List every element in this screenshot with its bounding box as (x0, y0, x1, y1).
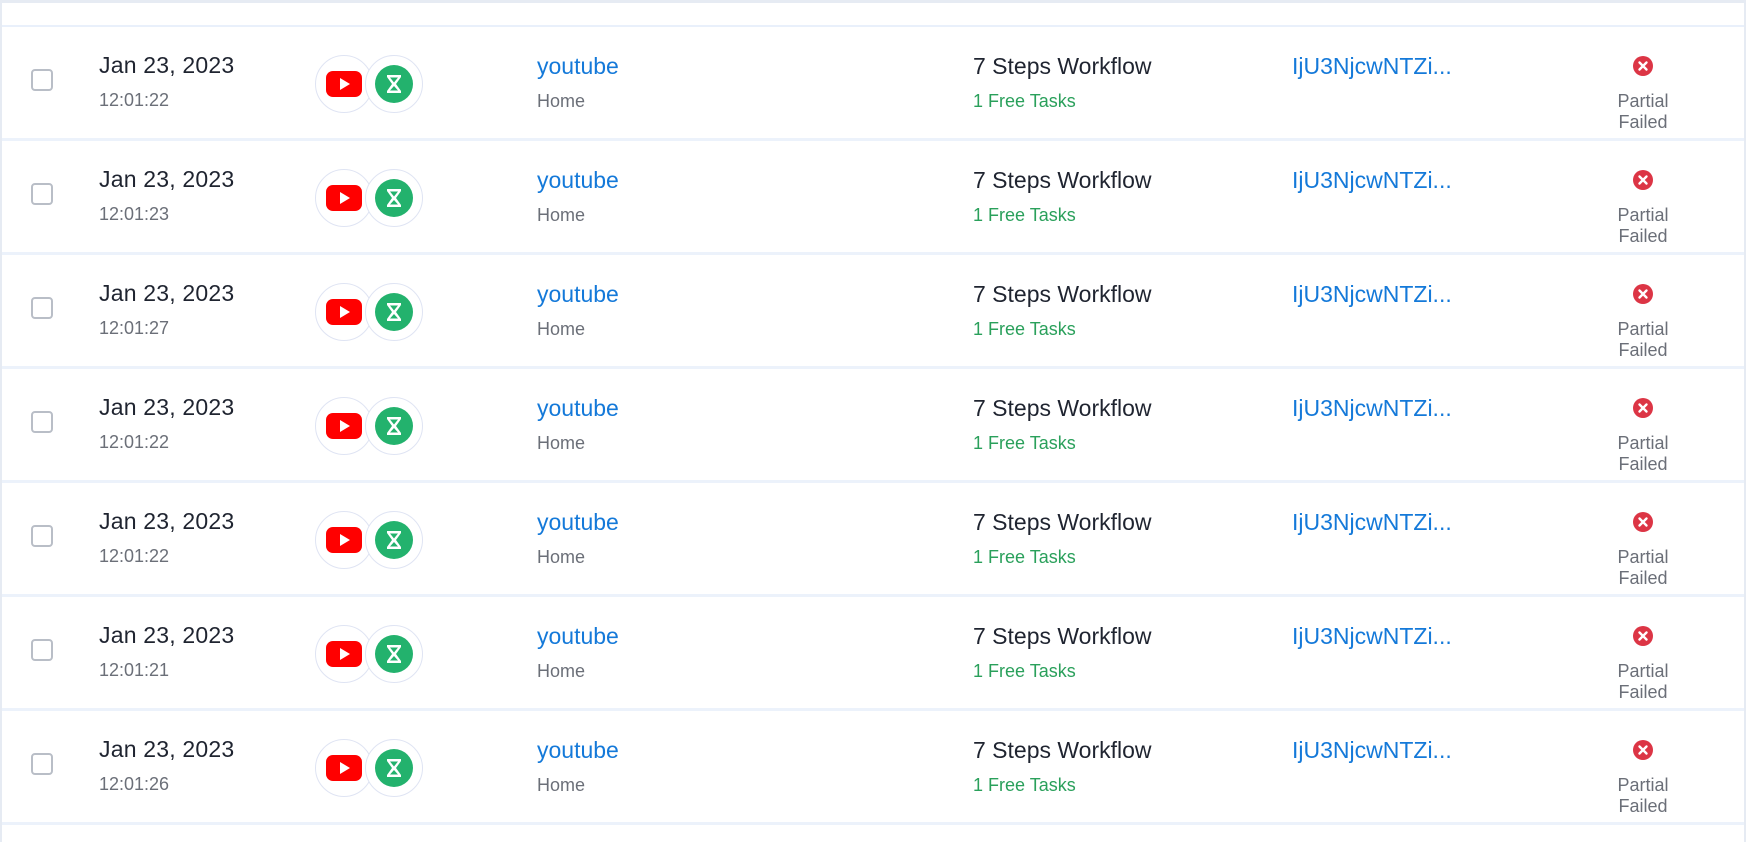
app-subtitle: Home (537, 547, 586, 567)
app-name-link[interactable]: youtube (537, 53, 619, 80)
run-id-link[interactable]: IjU3NjcwNTZi... (1292, 737, 1452, 764)
status-label: Partial Failed (1617, 91, 1669, 132)
app-name-link[interactable]: youtube (537, 737, 619, 764)
workflow-tasks: 1 Free Tasks (973, 433, 1076, 453)
row-checkbox[interactable] (31, 525, 53, 547)
table-row: Jan 23, 2023 12:01:23 youtube Home 7 Ste… (2, 141, 1744, 255)
app-subtitle: Home (537, 775, 586, 795)
run-id-link[interactable]: IjU3NjcwNTZi... (1292, 167, 1452, 194)
app-icons-group (315, 55, 427, 115)
app-icons-group (315, 397, 427, 457)
workflow-tasks: 1 Free Tasks (973, 319, 1076, 339)
workflow-tasks: 1 Free Tasks (973, 205, 1076, 225)
hourglass-icon (365, 55, 423, 113)
hourglass-icon (365, 169, 423, 227)
workflow-name: 7 Steps Workflow (973, 623, 1152, 649)
row-checkbox[interactable] (31, 411, 53, 433)
error-x-icon (1633, 626, 1653, 646)
app-subtitle: Home (537, 433, 586, 453)
row-date: Jan 23, 2023 (99, 736, 235, 762)
error-x-icon (1633, 512, 1653, 532)
table-row: Jan 23, 2023 12:01:22 youtube Home 7 Ste… (2, 369, 1744, 483)
row-checkbox[interactable] (31, 753, 53, 775)
workflow-name: 7 Steps Workflow (973, 53, 1152, 79)
workflow-name: 7 Steps Workflow (973, 395, 1152, 421)
status-label: Partial Failed (1617, 433, 1669, 474)
error-x-icon (1633, 284, 1653, 304)
hourglass-icon (365, 625, 423, 683)
app-name-link[interactable]: youtube (537, 395, 619, 422)
status-label: Partial Failed (1617, 775, 1669, 816)
row-checkbox[interactable] (31, 297, 53, 319)
app-icons-group (315, 739, 427, 799)
row-time: 12:01:26 (99, 774, 170, 794)
row-checkbox[interactable] (31, 69, 53, 91)
app-name-link[interactable]: youtube (537, 281, 619, 308)
workflow-name: 7 Steps Workflow (973, 509, 1152, 535)
row-date: Jan 23, 2023 (99, 52, 235, 78)
run-id-link[interactable]: IjU3NjcwNTZi... (1292, 281, 1452, 308)
app-icons-group (315, 511, 427, 571)
table-row: Jan 23, 2023 12:01:22 youtube Home 7 Ste… (2, 27, 1744, 141)
app-icons-group (315, 283, 427, 343)
error-x-icon (1633, 398, 1653, 418)
row-date: Jan 23, 2023 (99, 394, 235, 420)
workflow-name: 7 Steps Workflow (973, 167, 1152, 193)
app-name-link[interactable]: youtube (537, 623, 619, 650)
status-label: Partial Failed (1617, 547, 1669, 588)
error-x-icon (1633, 170, 1653, 190)
table-row: Jan 23, 2023 12:01:27 youtube Home 7 Ste… (2, 255, 1744, 369)
row-date: Jan 23, 2023 (99, 508, 235, 534)
app-subtitle: Home (537, 205, 586, 225)
row-time: 12:01:22 (99, 432, 170, 452)
run-id-link[interactable]: IjU3NjcwNTZi... (1292, 395, 1452, 422)
hourglass-icon (365, 283, 423, 341)
app-icons-group (315, 169, 427, 229)
app-subtitle: Home (537, 661, 586, 681)
row-time: 12:01:22 (99, 546, 170, 566)
workflow-tasks: 1 Free Tasks (973, 775, 1076, 795)
hourglass-icon (365, 511, 423, 569)
workflow-tasks: 1 Free Tasks (973, 661, 1076, 681)
workflow-name: 7 Steps Workflow (973, 281, 1152, 307)
run-id-link[interactable]: IjU3NjcwNTZi... (1292, 53, 1452, 80)
workflow-name: 7 Steps Workflow (973, 737, 1152, 763)
hourglass-icon (365, 739, 423, 797)
table-row: Jan 23, 2023 12:01:22 youtube Home 7 Ste… (2, 483, 1744, 597)
app-subtitle: Home (537, 91, 586, 111)
table-body: Jan 23, 2023 12:01:22 youtube Home 7 Ste… (2, 27, 1744, 825)
row-date: Jan 23, 2023 (99, 622, 235, 648)
error-x-icon (1633, 56, 1653, 76)
status-label: Partial Failed (1617, 319, 1669, 360)
error-x-icon (1633, 740, 1653, 760)
app-icons-group (315, 625, 427, 685)
app-name-link[interactable]: youtube (537, 509, 619, 536)
app-subtitle: Home (537, 319, 586, 339)
table-row: Jan 23, 2023 12:01:21 youtube Home 7 Ste… (2, 597, 1744, 711)
table-row: Jan 23, 2023 12:01:26 youtube Home 7 Ste… (2, 711, 1744, 825)
history-table: Jan 23, 2023 12:01:22 youtube Home 7 Ste… (0, 0, 1746, 842)
row-date: Jan 23, 2023 (99, 280, 235, 306)
run-id-link[interactable]: IjU3NjcwNTZi... (1292, 623, 1452, 650)
hourglass-icon (365, 397, 423, 455)
app-name-link[interactable]: youtube (537, 167, 619, 194)
run-id-link[interactable]: IjU3NjcwNTZi... (1292, 509, 1452, 536)
row-date: Jan 23, 2023 (99, 166, 235, 192)
status-label: Partial Failed (1617, 205, 1669, 246)
row-checkbox[interactable] (31, 639, 53, 661)
row-time: 12:01:27 (99, 318, 170, 338)
row-time: 12:01:22 (99, 90, 170, 110)
status-label: Partial Failed (1617, 661, 1669, 702)
row-checkbox[interactable] (31, 183, 53, 205)
row-time: 12:01:21 (99, 660, 170, 680)
table-top-divider (2, 3, 1744, 27)
workflow-tasks: 1 Free Tasks (973, 547, 1076, 567)
row-time: 12:01:23 (99, 204, 170, 224)
workflow-tasks: 1 Free Tasks (973, 91, 1076, 111)
